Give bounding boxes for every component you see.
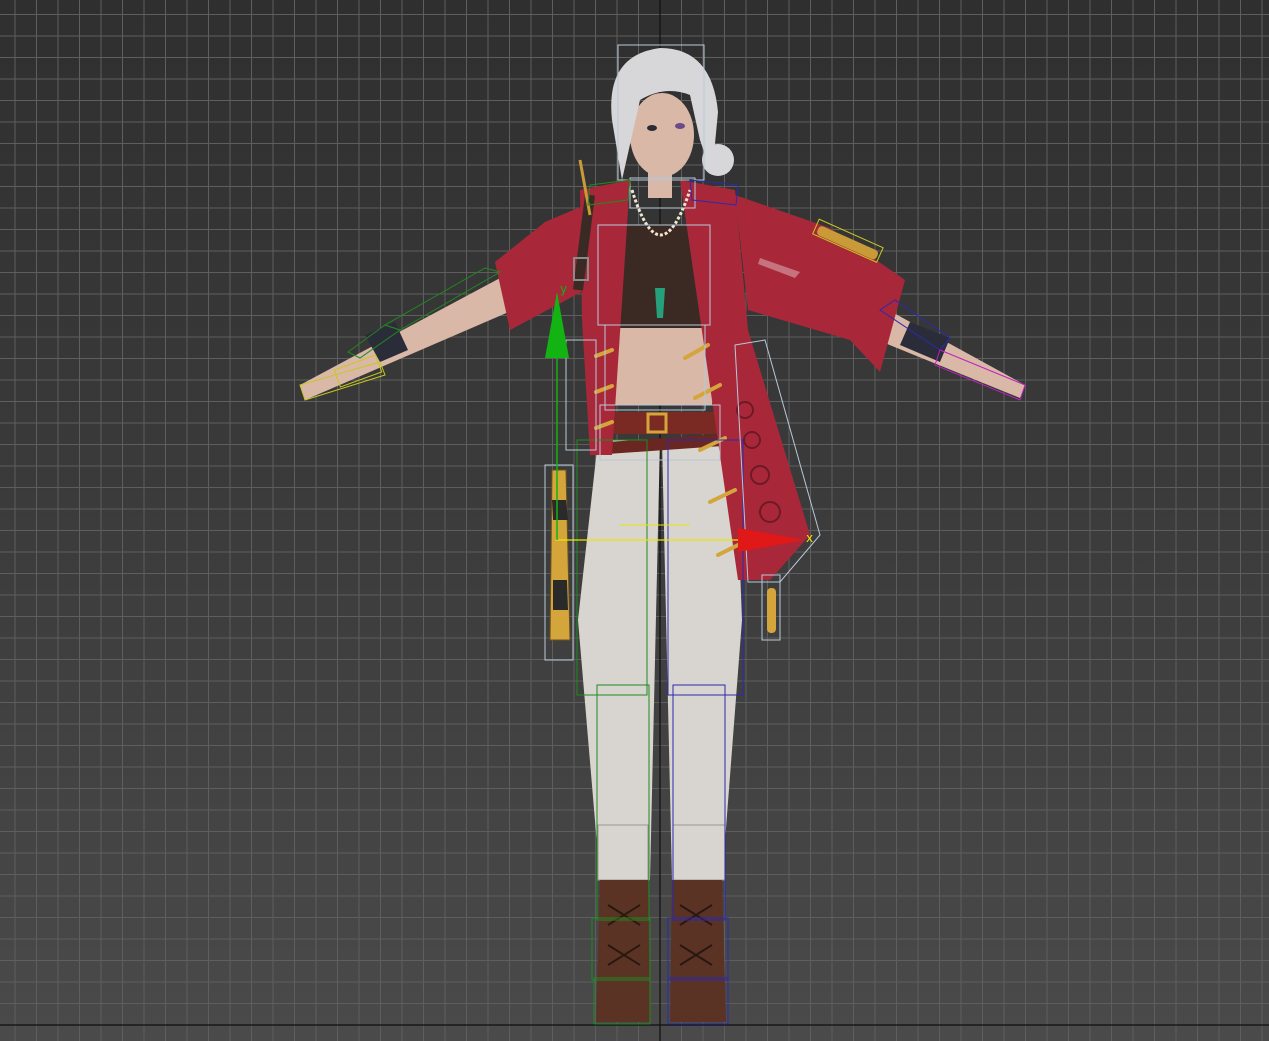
left-boot[interactable] [596,880,650,1022]
left-pant-cuff [597,824,649,881]
head[interactable] [630,93,694,177]
character-scene[interactable]: y x [0,0,1269,1041]
left-arm[interactable] [300,270,525,400]
hip-pendant [767,588,776,633]
coat-left-sleeve [495,205,585,330]
coat-right-sleeve [735,195,905,372]
gizmo-x-label: x [806,531,813,545]
left-leg[interactable] [578,440,660,880]
right-eye [675,123,685,129]
character-model[interactable] [300,48,1025,1022]
hair-bun [702,144,734,176]
3d-viewport[interactable]: y x [0,0,1269,1041]
right-pant-cuff [672,824,726,881]
gizmo-y-label: y [560,282,567,296]
right-boot[interactable] [670,880,726,1022]
left-eye [647,125,657,131]
side-scabbard [549,469,571,641]
